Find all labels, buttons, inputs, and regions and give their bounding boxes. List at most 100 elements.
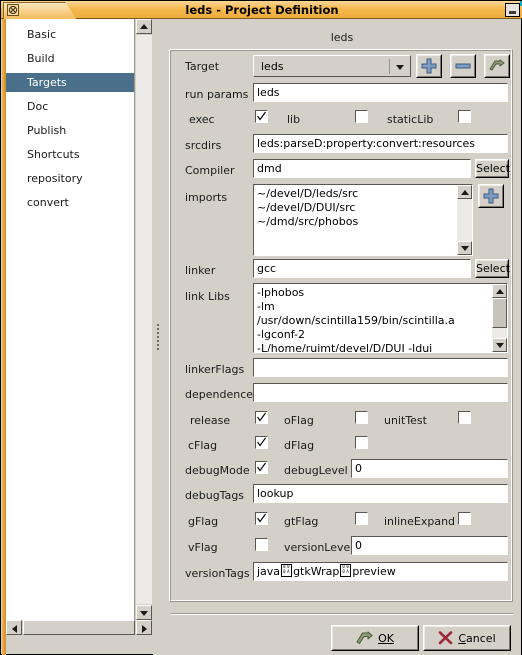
staticlib-checkbox[interactable]	[458, 110, 471, 123]
sidebar-item-publish[interactable]: Publish	[6, 121, 134, 140]
list-item[interactable]: -L/home/ruimt/devel/D/DUI -ldui	[254, 342, 507, 352]
footer-separator	[171, 613, 513, 615]
pane-splitter[interactable]	[153, 19, 163, 655]
debugtags-input[interactable]: lookup	[253, 484, 508, 503]
debuglevel-label: debugLevel	[284, 464, 348, 477]
debugtags-label: debugTags	[185, 489, 245, 502]
link-libs-label: link Libs	[185, 290, 230, 303]
debugmode-label: debugMode	[185, 464, 250, 477]
versionlevel-input[interactable]: 0	[351, 536, 508, 555]
compiler-input[interactable]: dmd	[253, 159, 471, 178]
sidebar-item-doc[interactable]: Doc	[6, 97, 134, 116]
imports-list[interactable]: ~/devel/D/leds/src ~/devel/D/DUI/src ~/d…	[253, 184, 473, 256]
add-target-button[interactable]	[416, 54, 442, 78]
minus-icon	[455, 63, 471, 69]
target-combo-value: leds	[261, 60, 284, 73]
linker-flags-input[interactable]	[253, 358, 508, 377]
gflag-checkbox[interactable]	[255, 512, 268, 525]
scroll-left-icon[interactable]	[6, 620, 22, 635]
sidebar-item-label: Doc	[27, 100, 49, 113]
scroll-up-icon[interactable]	[492, 284, 507, 298]
lib-label: lib	[287, 113, 301, 126]
sidebar-item-label: repository	[27, 172, 83, 185]
linker-input[interactable]: gcc	[253, 259, 471, 278]
scroll-up-icon[interactable]	[457, 185, 472, 199]
minimize-icon[interactable]	[505, 3, 520, 17]
dependences-input[interactable]	[253, 383, 508, 402]
sidebar-item-repository[interactable]: repository	[6, 169, 134, 188]
sidebar-item-basic[interactable]: Basic	[6, 25, 134, 44]
ok-button[interactable]: OK	[331, 625, 419, 651]
run-params-input[interactable]: leds	[253, 83, 508, 102]
imports-label: imports	[185, 191, 228, 204]
srcdirs-input[interactable]: leds:parseD:property:convert:resources	[253, 134, 508, 153]
versiontags-input[interactable]: java 0 0 0 AgtkWrap 0 0 0 Apreview	[253, 562, 508, 581]
add-import-button[interactable]	[478, 184, 504, 208]
list-item[interactable]: ~/devel/D/DUI/src	[254, 201, 472, 215]
list-item[interactable]: ~/dmd/src/phobos	[254, 215, 472, 229]
category-list[interactable]: Basic Build Targets Doc Publish Shortcut…	[6, 19, 134, 620]
sidebar-item-convert[interactable]: convert	[6, 193, 134, 212]
sidebar-item-build[interactable]: Build	[6, 49, 134, 68]
scroll-right-icon[interactable]	[136, 620, 152, 635]
list-item[interactable]: /usr/down/scintilla159/bin/scintilla.a	[254, 314, 507, 328]
link-libs-scrollbar[interactable]	[492, 284, 507, 352]
remove-target-button[interactable]	[450, 54, 476, 78]
list-item[interactable]: ~/devel/D/leds/src	[254, 187, 472, 201]
release-checkbox[interactable]	[255, 411, 268, 424]
linker-select-button[interactable]: Select	[475, 259, 510, 278]
debugmode-checkbox[interactable]	[255, 461, 268, 474]
release-label: release	[190, 414, 231, 427]
scrollbar-track[interactable]	[136, 35, 152, 604]
sidebar-item-label: Targets	[27, 76, 67, 89]
dflag-label: dFlag	[284, 439, 315, 452]
scrollbar-thumb[interactable]	[492, 298, 507, 328]
hscroll-thumb[interactable]	[23, 620, 135, 635]
scroll-down-icon[interactable]	[492, 338, 507, 352]
cancel-label: Cancel	[458, 631, 496, 645]
scroll-up-icon[interactable]	[136, 19, 152, 34]
green-arrow-icon	[356, 631, 373, 644]
sidebar-item-shortcuts[interactable]: Shortcuts	[6, 145, 134, 164]
dflag-checkbox[interactable]	[355, 436, 368, 449]
run-params-label: run params	[185, 88, 249, 101]
list-item[interactable]: -lm	[254, 300, 507, 314]
sidebar-vertical-scrollbar[interactable]	[134, 19, 152, 620]
exec-label: exec	[189, 113, 215, 126]
cflag-checkbox[interactable]	[255, 436, 268, 449]
oflag-checkbox[interactable]	[355, 411, 368, 424]
gtflag-checkbox[interactable]	[355, 512, 368, 525]
list-item[interactable]: -lgconf-2	[254, 328, 507, 342]
target-settings-group: Target leds run params leds exec lib sta…	[169, 49, 513, 602]
exec-checkbox[interactable]	[255, 110, 268, 123]
unittest-checkbox[interactable]	[458, 411, 471, 424]
chevron-down-icon[interactable]	[393, 60, 407, 74]
newline-glyph-icon: 000A	[281, 564, 293, 577]
lib-checkbox[interactable]	[355, 110, 368, 123]
compiler-select-label: Select	[476, 162, 510, 175]
scroll-down-icon[interactable]	[457, 241, 472, 255]
oflag-label: oFlag	[284, 414, 314, 427]
sidebar-item-targets[interactable]: Targets	[6, 73, 134, 92]
vflag-checkbox[interactable]	[255, 538, 268, 551]
apply-target-button[interactable]	[484, 54, 510, 78]
scroll-down-icon[interactable]	[136, 605, 152, 620]
sidebar-item-label: Publish	[27, 124, 67, 137]
green-arrow-icon	[489, 59, 505, 71]
close-box-icon[interactable]	[7, 4, 19, 16]
debuglevel-input[interactable]: 0	[351, 459, 508, 478]
splitter-grip-icon[interactable]	[156, 324, 160, 352]
imports-scrollbar[interactable]	[457, 185, 472, 255]
project-definition-window: leds - Project Definition Basic Build Ta…	[0, 0, 522, 655]
target-combo[interactable]: leds	[253, 55, 411, 77]
list-item[interactable]: -lphobos	[254, 286, 507, 300]
cancel-button[interactable]: Cancel	[423, 625, 511, 651]
compiler-select-button[interactable]: Select	[475, 159, 510, 178]
targets-panel: leds Target leds run params leds exec li…	[163, 19, 521, 655]
sidebar-horizontal-scrollbar[interactable]	[6, 620, 152, 636]
combo-separator	[389, 59, 390, 74]
inlineexpand-label: inlineExpand	[384, 515, 456, 528]
inlineexpand-checkbox[interactable]	[458, 512, 471, 525]
link-libs-list[interactable]: -lphobos -lm /usr/down/scintilla159/bin/…	[253, 283, 508, 353]
target-label: Target	[185, 60, 220, 73]
